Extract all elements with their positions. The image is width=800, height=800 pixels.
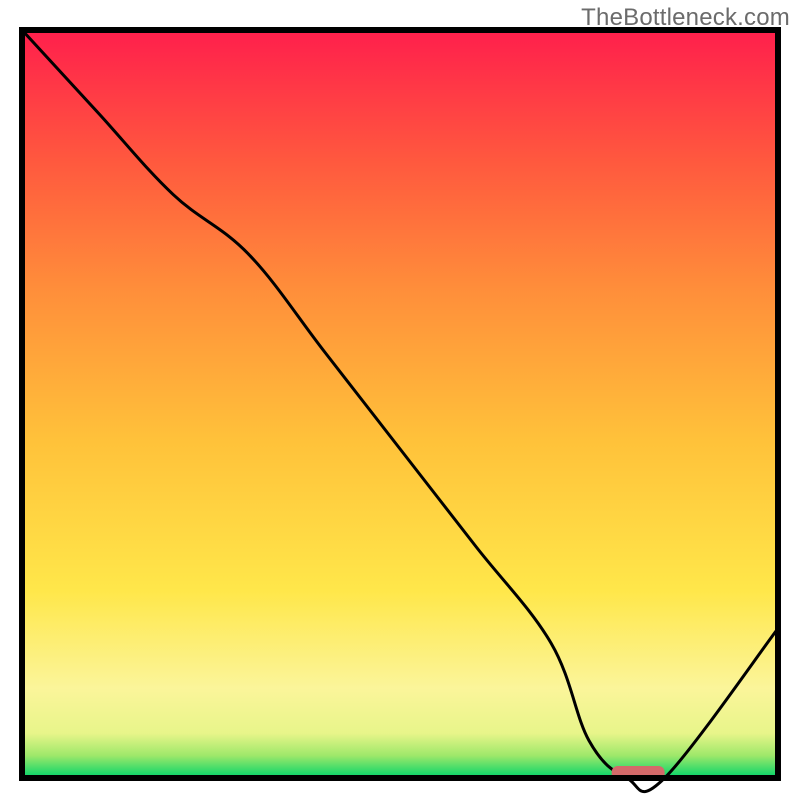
plot-background — [22, 30, 778, 778]
chart-frame: TheBottleneck.com — [0, 0, 800, 800]
bottleneck-chart — [0, 0, 800, 800]
